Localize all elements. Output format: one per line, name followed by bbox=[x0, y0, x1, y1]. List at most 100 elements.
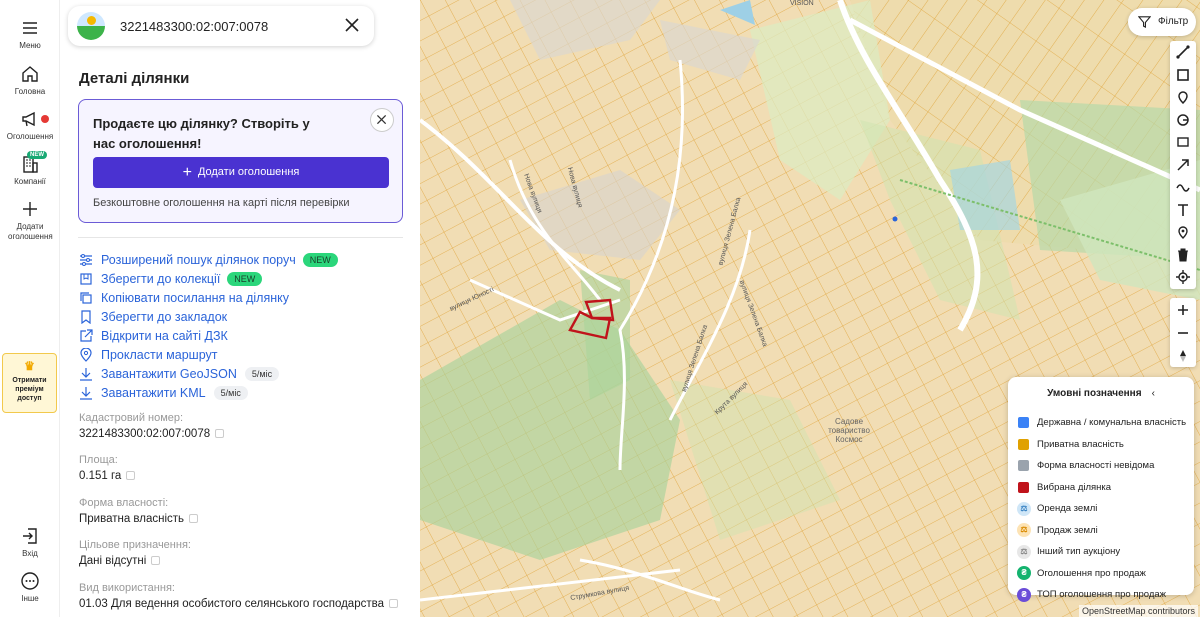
bookmark-icon bbox=[79, 309, 93, 324]
draw-polygon-button[interactable] bbox=[1170, 64, 1196, 87]
companies-label: Компанії bbox=[14, 177, 46, 186]
area-field: Площа: 0.151 га bbox=[79, 454, 136, 482]
action-label: Зберегти до закладок bbox=[101, 309, 228, 324]
legend-title-text: Умовні позначення bbox=[1047, 388, 1142, 399]
close-icon bbox=[376, 114, 387, 125]
action-label: Зберегти до колекції bbox=[101, 271, 221, 286]
draw-text-button[interactable] bbox=[1170, 199, 1196, 222]
legend-label: ТОП оголошення про продаж bbox=[1037, 589, 1166, 601]
draw-circle-button[interactable] bbox=[1170, 109, 1196, 132]
field-value: 0.151 га bbox=[79, 470, 122, 482]
minus-icon bbox=[1178, 331, 1188, 334]
add-ad-promo-button[interactable]: + Додати оголошення bbox=[93, 157, 389, 188]
locate-button[interactable] bbox=[1170, 266, 1196, 289]
draw-line-button[interactable] bbox=[1170, 41, 1196, 64]
pin-icon bbox=[79, 346, 93, 362]
action-label: Відкрити на сайті ДЗК bbox=[101, 328, 228, 343]
legend-title[interactable]: Умовні позначення ‹ bbox=[1008, 388, 1194, 399]
search-input[interactable]: 3221483300:02:007:0078 bbox=[120, 19, 268, 34]
route-link[interactable]: Прокласти маршрут bbox=[79, 345, 338, 364]
add-ad-button[interactable]: Додати оголошення bbox=[0, 199, 60, 242]
search-box[interactable]: 3221483300:02:007:0078 bbox=[68, 6, 374, 46]
legend-item: Форма власності невідома bbox=[1018, 455, 1186, 477]
auction-rent-icon: ⚖ bbox=[1017, 501, 1031, 516]
legend-label: Приватна власність bbox=[1037, 438, 1124, 450]
details-title: Деталі ділянки bbox=[79, 70, 190, 87]
bookmark-link[interactable]: Зберегти до закладок bbox=[79, 307, 338, 326]
plus-icon bbox=[1178, 304, 1188, 315]
save-to-collection-link[interactable]: Зберегти до колекції NEW bbox=[79, 269, 338, 288]
close-icon[interactable] bbox=[342, 15, 362, 35]
map-canvas[interactable]: вулиця Юності Нова вулиця Нова вулиця ву… bbox=[420, 0, 1200, 617]
field-value: 3221483300:02:007:0078 bbox=[79, 428, 211, 440]
login-button[interactable]: Вхід bbox=[0, 526, 60, 558]
hryvnia-purple-icon: ₴ bbox=[1017, 587, 1031, 602]
legend-label: Оренда землі bbox=[1037, 503, 1098, 515]
arrow-icon bbox=[1177, 159, 1189, 171]
promo-close-button[interactable] bbox=[370, 108, 394, 132]
menu-button[interactable]: Меню bbox=[0, 18, 60, 50]
ads-button[interactable]: Оголошення bbox=[0, 109, 60, 141]
chevron-left-icon[interactable]: ‹ bbox=[1152, 388, 1155, 399]
draw-freehand-button[interactable] bbox=[1170, 176, 1196, 199]
draw-rectangle-button[interactable] bbox=[1170, 131, 1196, 154]
copy-icon[interactable] bbox=[388, 599, 398, 608]
legend-item: Приватна власність bbox=[1018, 434, 1186, 456]
copy-icon[interactable] bbox=[189, 514, 199, 523]
draw-arrow-button[interactable] bbox=[1170, 154, 1196, 177]
trash-icon bbox=[1178, 248, 1188, 262]
field-label: Форма власності: bbox=[79, 497, 169, 509]
legend-item: ⚖ Інший тип аукціону bbox=[1017, 541, 1186, 563]
zoom-controls bbox=[1170, 298, 1196, 367]
field-label: Площа: bbox=[79, 454, 118, 466]
action-label: Прокласти маршрут bbox=[101, 347, 218, 362]
zoom-out-button[interactable] bbox=[1170, 321, 1196, 344]
map-attribution[interactable]: OpenStreetMap contributors bbox=[1078, 605, 1198, 617]
line-icon bbox=[1176, 45, 1190, 59]
selected-swatch bbox=[1018, 481, 1029, 493]
limit-badge: 5/міс bbox=[213, 385, 248, 400]
download-kml-link[interactable]: Завантажити KML 5/міс bbox=[79, 383, 338, 402]
promo-button-label: Додати оголошення bbox=[197, 166, 300, 178]
more-button[interactable]: Інше bbox=[0, 571, 60, 603]
field-label: Вид використання: bbox=[79, 582, 175, 594]
legend-label: Форма власності невідома bbox=[1037, 460, 1155, 472]
copy-icon[interactable] bbox=[215, 429, 225, 438]
legend-item: ⚖ Продаж землі bbox=[1017, 520, 1186, 542]
home-button[interactable]: Головна bbox=[0, 64, 60, 96]
legend-item: ₴ ТОП оголошення про продаж bbox=[1017, 584, 1186, 606]
draw-marker-button[interactable] bbox=[1170, 86, 1196, 109]
legend-item: Державна / комунальна власність bbox=[1018, 412, 1186, 434]
action-label: Розширений пошук ділянок поруч bbox=[101, 252, 296, 267]
action-label: Завантажити GeoJSON bbox=[101, 366, 237, 381]
compass-button[interactable] bbox=[1170, 344, 1196, 367]
home-label: Головна bbox=[14, 87, 46, 96]
premium-button[interactable]: ♛ Отримати преміум доступ bbox=[2, 353, 57, 413]
action-label: Завантажити KML bbox=[101, 385, 206, 400]
draw-pin-button[interactable] bbox=[1170, 221, 1196, 244]
locate-icon bbox=[1176, 270, 1190, 285]
actions-list: Розширений пошук ділянок поруч NEW Збере… bbox=[79, 250, 338, 402]
freehand-icon bbox=[1176, 184, 1190, 192]
zoom-in-button[interactable] bbox=[1170, 298, 1196, 321]
ownership-field: Форма власності: Приватна власність bbox=[79, 497, 199, 525]
companies-button[interactable]: NEW Компанії bbox=[0, 151, 60, 186]
delete-drawing-button[interactable] bbox=[1170, 244, 1196, 267]
divider bbox=[78, 237, 403, 238]
new-badge: NEW bbox=[227, 271, 263, 286]
download-icon bbox=[79, 386, 93, 400]
filter-icon bbox=[1138, 16, 1151, 28]
private-swatch bbox=[1018, 438, 1029, 450]
copy-icon[interactable] bbox=[126, 471, 136, 480]
nearby-search-link[interactable]: Розширений пошук ділянок поруч NEW bbox=[79, 250, 338, 269]
copy-icon[interactable] bbox=[151, 556, 161, 565]
filter-button[interactable]: Фільтр bbox=[1128, 8, 1196, 36]
copy-link[interactable]: Копіювати посилання на ділянку bbox=[79, 288, 338, 307]
cadastral-field: Кадастровий номер: 3221483300:02:007:007… bbox=[79, 412, 225, 440]
external-link-icon bbox=[79, 328, 93, 343]
sliders-icon bbox=[79, 253, 93, 267]
open-dzk-link[interactable]: Відкрити на сайті ДЗК bbox=[79, 326, 338, 345]
usage-field: Вид використання: 01.03 Для ведення особ… bbox=[79, 582, 398, 610]
download-geojson-link[interactable]: Завантажити GeoJSON 5/міс bbox=[79, 364, 338, 383]
hamburger-icon bbox=[20, 18, 40, 38]
